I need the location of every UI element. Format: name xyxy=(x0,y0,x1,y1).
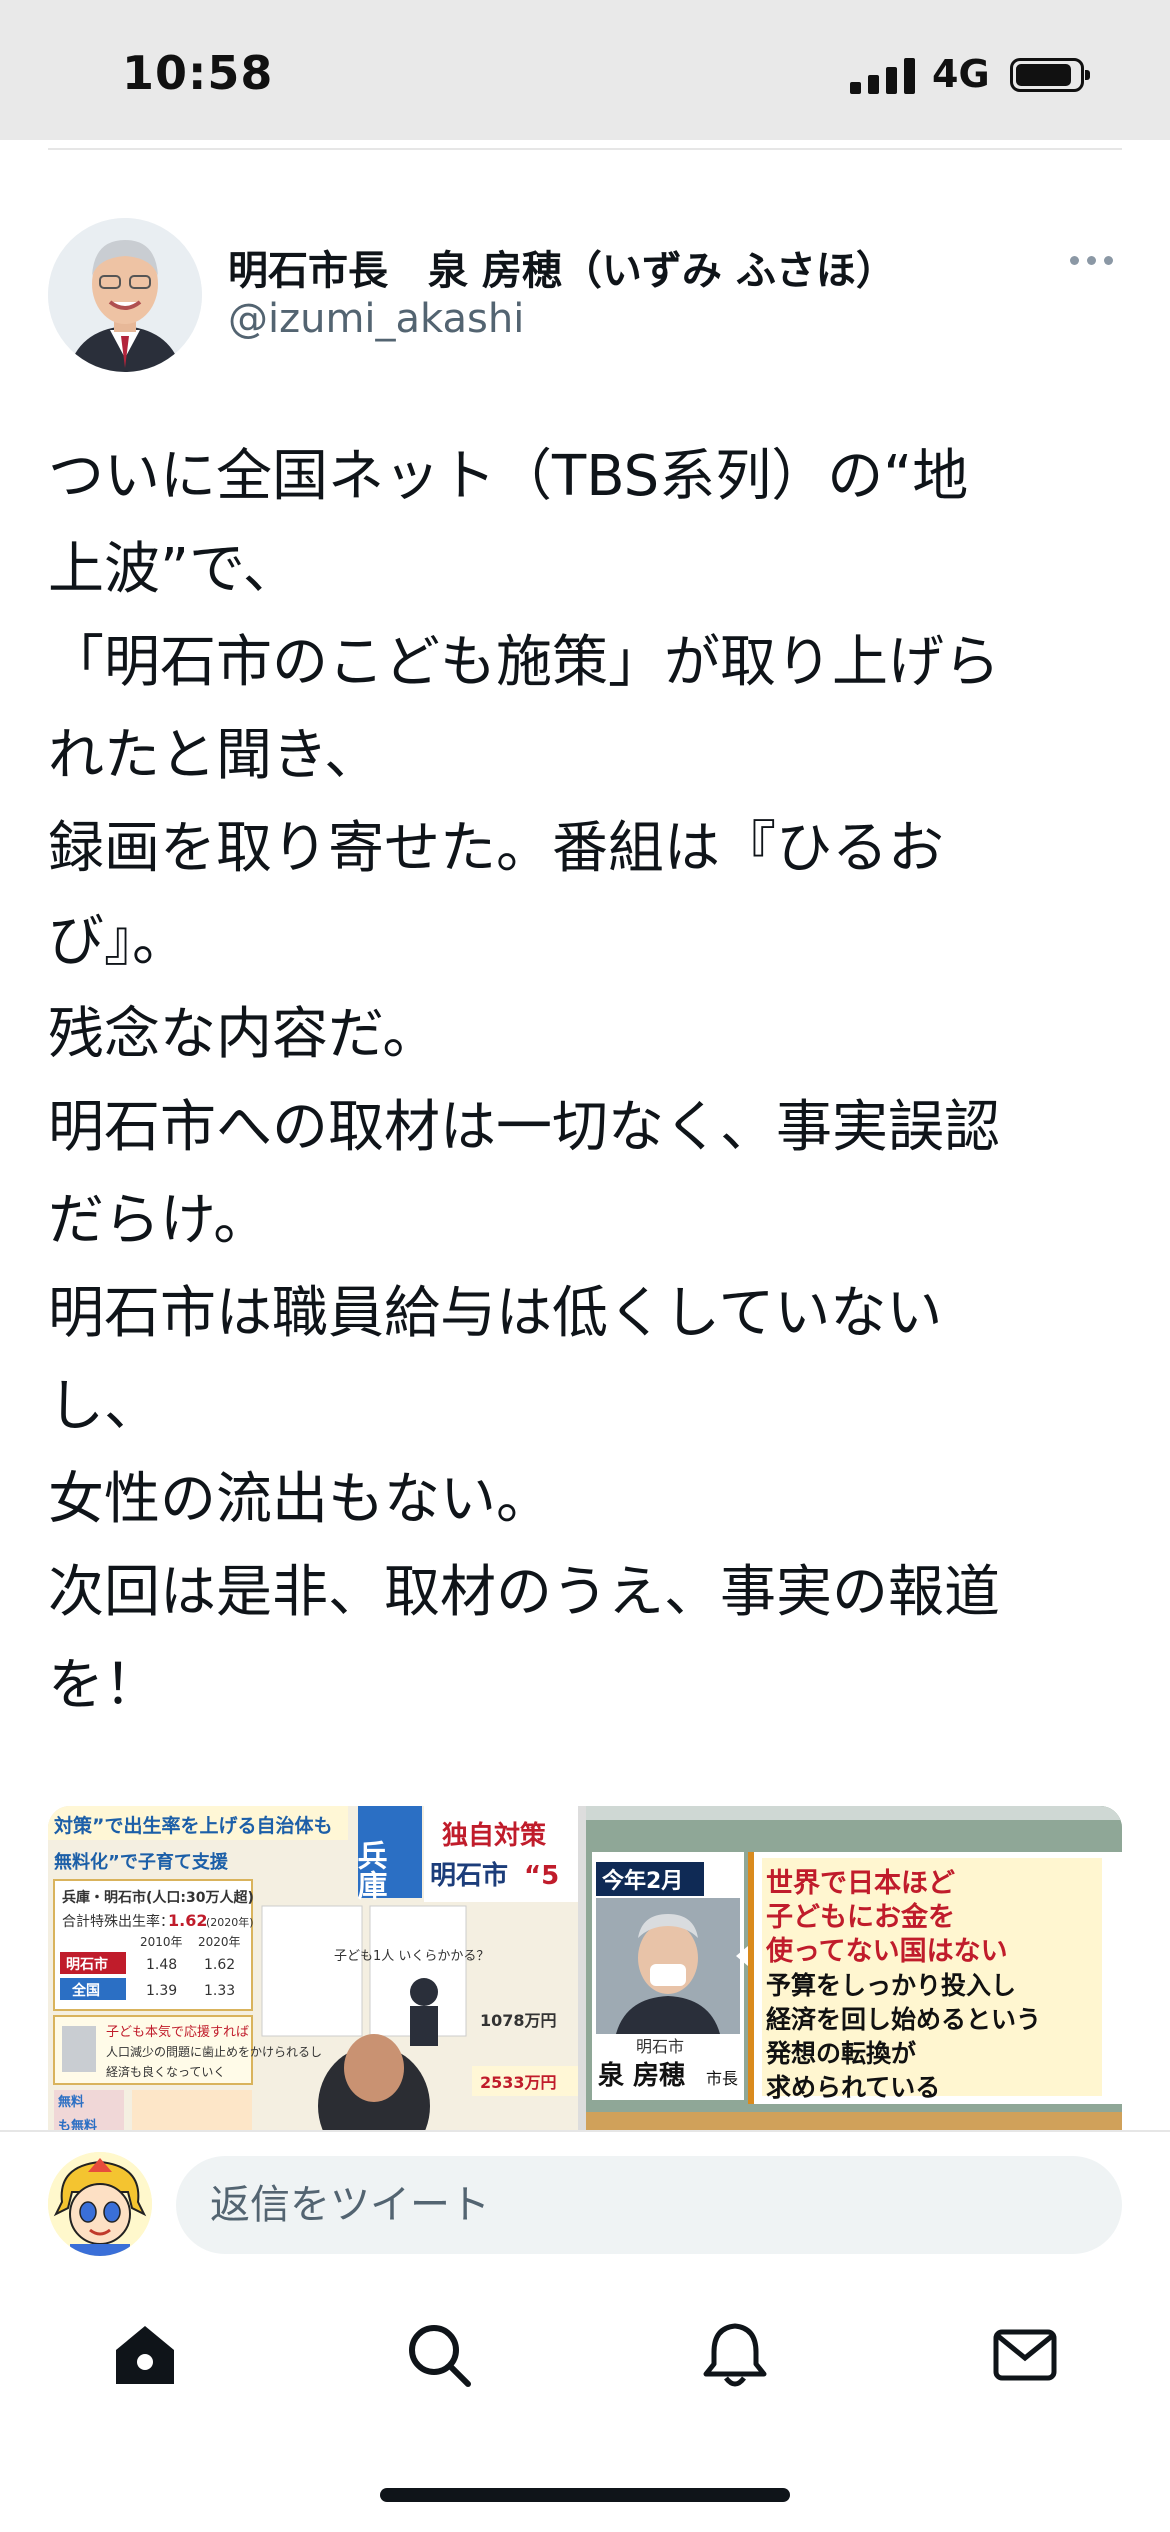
media-left-rate-label: 合計特殊出生率： xyxy=(62,1913,174,1930)
tweet-line: 次回は是非、取材のうえ、事実の報道 xyxy=(48,1560,1000,1625)
media-left-free1: 無料 xyxy=(58,2094,84,2110)
tweet-text: ついに全国ネット（TBS系列）の“地 上波”で、 「明石市のこども施策」が取り上… xyxy=(48,430,1128,1732)
media-grid: 対策”で出生率を上げる自治体も 無料化”で子育て支援 兵庫 独自対策 明石市 “… xyxy=(48,1806,1122,2136)
tweet-line: 明石市への取材は一切なく、事実誤認 xyxy=(48,1095,1000,1160)
tweet-line: 残念な内容だ。 xyxy=(48,1002,439,1067)
media-left-table-title: 兵庫・明石市(人口:30万人超) xyxy=(62,1889,254,1906)
media-left-row1-label: 明石市 xyxy=(66,1956,108,1973)
media-image-left[interactable]: 対策”で出生率を上げる自治体も 無料化”で子育て支援 兵庫 独自対策 明石市 “… xyxy=(48,1806,578,2136)
author-name[interactable]: 明石市長 泉 房穂（いずみ ふさほ） xyxy=(228,238,896,296)
media-left-title1: 独自対策 xyxy=(442,1820,546,1851)
more-icon[interactable] xyxy=(1070,252,1114,268)
media-right-quote-red3: 使ってない国はない xyxy=(765,1936,1008,1967)
author-handle[interactable]: @izumi_akashi xyxy=(228,296,524,342)
media-left-rate-value: 1.62 xyxy=(168,1911,207,1930)
tweet-line: だらけ。 xyxy=(48,1188,270,1253)
media-left-row1-v1: 1.48 xyxy=(146,1957,177,1973)
media-left-rate-year: (2020年) xyxy=(206,1915,254,1929)
home-icon[interactable] xyxy=(110,2320,180,2390)
media-left-note3: 経済も良くなっていく xyxy=(106,2064,225,2079)
signal-icon xyxy=(850,58,916,94)
media-left-badge: 兵庫 xyxy=(352,1840,388,1901)
media-left-cost1: 1078万円 xyxy=(480,2011,557,2030)
tweet-line: 上波”で、 xyxy=(48,537,299,602)
media-right-date: 今年2月 xyxy=(602,1868,683,1894)
media-right-quote-black1: 予算をしっかり投入し xyxy=(766,1971,1016,2000)
media-left-row2-v2: 1.33 xyxy=(204,1983,235,1999)
tweet-line: ついに全国ネット（TBS系列）の“地 xyxy=(48,444,969,509)
media-left-row2-v1: 1.39 xyxy=(146,1983,177,1999)
media-right-caption-city: 明石市 xyxy=(636,2037,684,2056)
tweet-line: し、 xyxy=(48,1374,160,1439)
messages-icon[interactable] xyxy=(990,2320,1060,2390)
media-left-note1: 子ども本気で応援すれば xyxy=(106,2024,249,2040)
media-left-cost-q: 子ども1人 いくらかかる？ xyxy=(334,1949,489,1964)
media-right-quote-red2: 子どもにお金を xyxy=(766,1901,955,1933)
tweet-line: 録画を取り寄せた。番組は『ひるお xyxy=(48,816,944,881)
search-icon[interactable] xyxy=(404,2320,474,2390)
media-left-year2: 2020年 xyxy=(198,1935,241,1949)
tweet-line: 女性の流出もない。 xyxy=(48,1467,552,1532)
tweet-line: れたと聞き、 xyxy=(48,723,381,788)
tweet-line: を！ xyxy=(48,1653,160,1718)
tweet-line: 「明石市のこども施策」が取り上げら xyxy=(48,630,1000,695)
media-left-header2: 無料化”で子育て支援 xyxy=(54,1851,229,1873)
media-left-year1: 2010年 xyxy=(140,1935,183,1949)
reply-input[interactable]: 返信をツイート xyxy=(176,2156,1122,2254)
tweet-line: び』。 xyxy=(48,909,188,974)
notifications-icon[interactable] xyxy=(700,2320,770,2390)
media-left-note2: 人口減少の問題に歯止めをかけられるし xyxy=(106,2044,322,2059)
home-indicator xyxy=(380,2488,790,2502)
media-left-title2-suffix: “5 xyxy=(524,1861,559,1891)
media-right-quote-black2: 経済を回し始めるという xyxy=(766,2005,1041,2034)
media-left-header: 対策”で出生率を上げる自治体も xyxy=(53,1814,333,1837)
network-label: 4G xyxy=(932,52,990,96)
media-left-cost2: 2533万円 xyxy=(480,2073,557,2092)
status-bar: 10:58 4G xyxy=(0,0,1170,140)
media-left-row2-label: 全国 xyxy=(71,1982,100,1999)
media-left-title2: 明石市 xyxy=(430,1860,508,1891)
tweet-line: 明石市は職員給与は低くしていない xyxy=(48,1281,943,1346)
status-time: 10:58 xyxy=(122,46,274,100)
author-avatar[interactable] xyxy=(48,218,202,372)
user-avatar[interactable] xyxy=(48,2152,152,2256)
media-right-caption-title: 市長 xyxy=(706,2069,738,2088)
media-right-quote-black4: 求められている xyxy=(766,2073,940,2102)
divider xyxy=(48,148,1122,150)
media-left-row1-v2: 1.62 xyxy=(204,1957,235,1973)
media-right-quote-red1: 世界で日本ほど xyxy=(766,1868,955,1899)
media-image-right[interactable]: 今年2月 明石市 泉 房穂 市長 世界で日本ほど 子どもにお金を 使ってない国は… xyxy=(586,1806,1122,2136)
media-right-caption-name: 泉 房穂 xyxy=(598,2060,685,2091)
battery-icon xyxy=(1010,58,1090,92)
media-right-quote-black3: 発想の転換が xyxy=(765,2039,916,2068)
